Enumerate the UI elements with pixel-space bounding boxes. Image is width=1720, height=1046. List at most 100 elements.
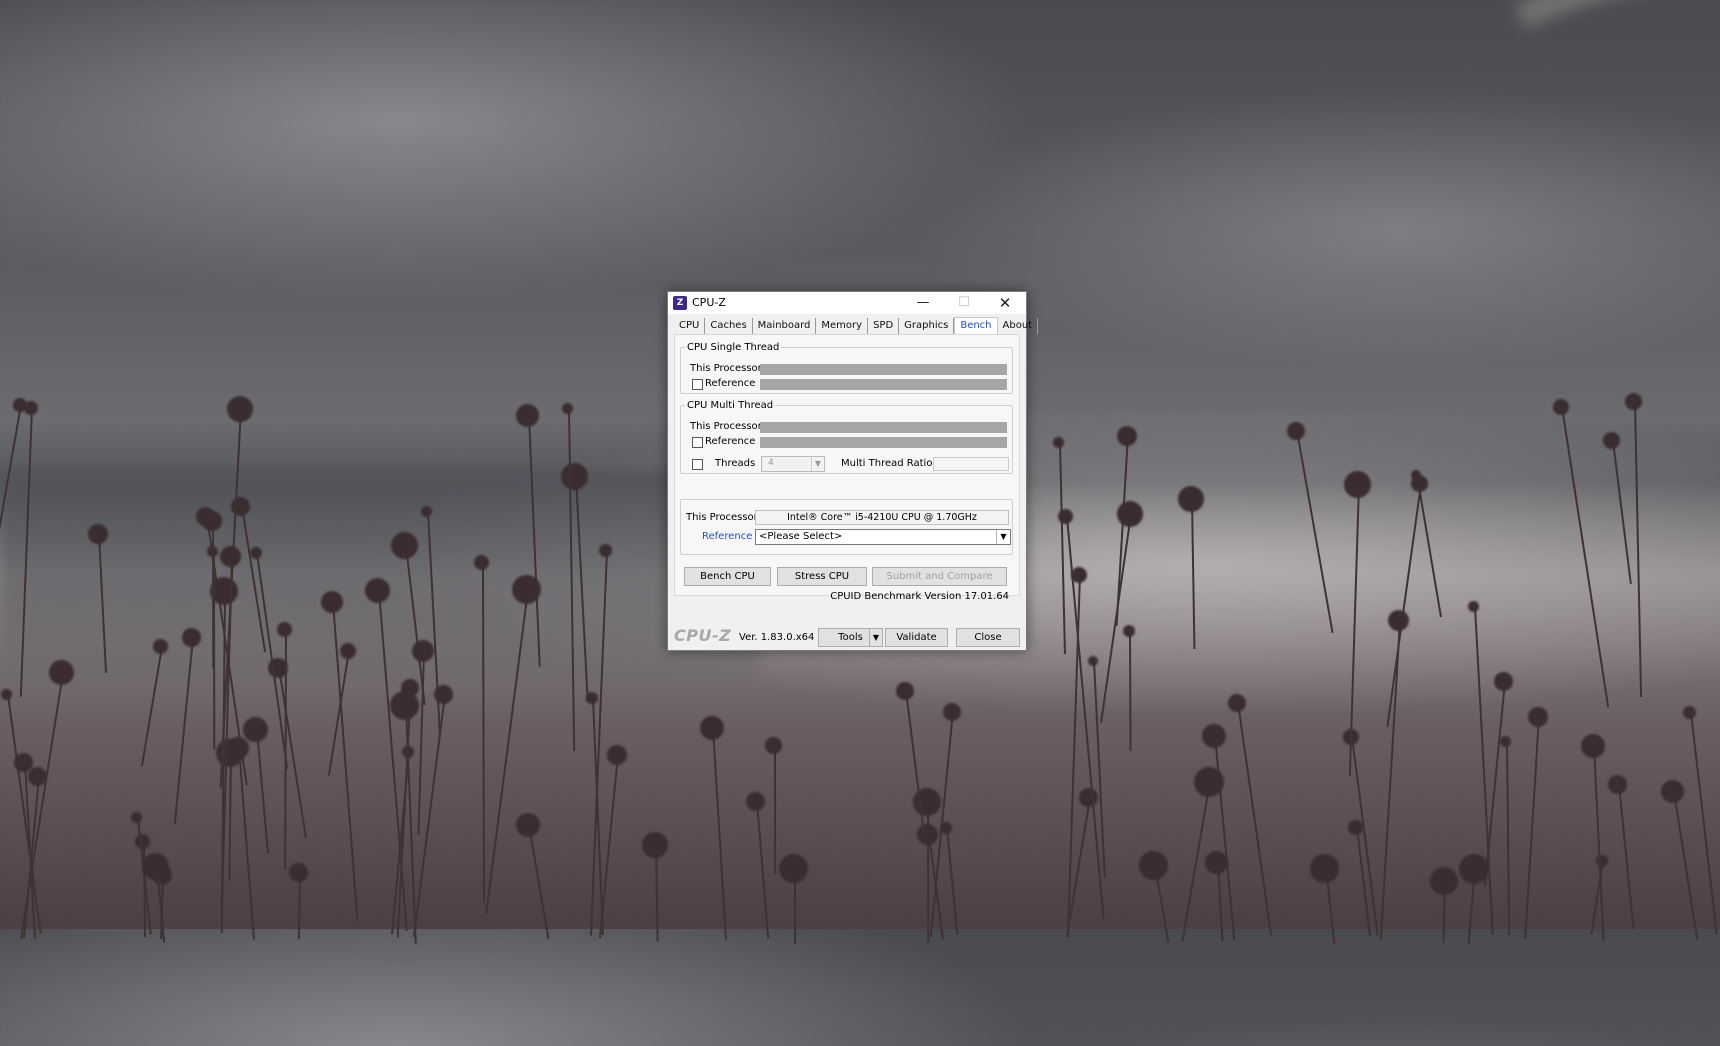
wallpaper-sea [0, 470, 760, 690]
processor-name-field: Intel® Core™ i5-4210U CPU @ 1.70GHz [755, 510, 1009, 525]
wallpaper-stem [1324, 868, 1335, 944]
wallpaper-stem [598, 754, 619, 939]
single-thread-group: CPU Single Thread This Processor Referen… [680, 342, 1013, 394]
wallpaper-flower [1661, 780, 1684, 803]
close-button[interactable]: Close [956, 628, 1020, 647]
wallpaper-rainbow [1105, 0, 1720, 1046]
wallpaper-flower [14, 753, 33, 772]
wallpaper-stem [589, 550, 608, 936]
multi-this-processor-label: This Processor [690, 421, 762, 432]
tools-label: Tools [838, 632, 863, 643]
wallpaper-flower [1344, 471, 1371, 498]
wallpaper-stem [484, 589, 529, 914]
bench-cpu-button[interactable]: Bench CPU [684, 567, 771, 586]
wallpaper-flower [516, 404, 539, 427]
processor-group: This Processor Intel® Core™ i5-4210U CPU… [680, 499, 1013, 555]
wallpaper-stem [327, 650, 350, 776]
wallpaper-stem [23, 762, 36, 939]
wallpaper-flower [474, 555, 489, 570]
tab-spd[interactable]: SPD [868, 318, 900, 334]
threads-select[interactable]: 4 ▼ [761, 456, 825, 472]
wallpaper-stem [1672, 791, 1698, 939]
multi-reference-checkbox[interactable] [692, 437, 703, 448]
single-this-processor-label: This Processor [690, 363, 762, 374]
wallpaper-flower [1194, 767, 1224, 797]
wallpaper-flower [1, 689, 12, 700]
tab-mainboard[interactable]: Mainboard [753, 318, 817, 334]
tab-memory[interactable]: Memory [816, 318, 869, 334]
wallpaper-stem [1467, 868, 1476, 944]
wallpaper-flower [1430, 867, 1458, 895]
wallpaper-flower [1123, 625, 1135, 637]
wallpaper-stem [592, 697, 604, 935]
wallpaper-stem [1611, 440, 1632, 584]
wallpaper-flower [913, 788, 941, 816]
close-window-button[interactable]: ✕ [986, 292, 1024, 314]
wallpaper-flower [231, 497, 250, 516]
maximize-button[interactable]: ☐ [945, 292, 983, 314]
wallpaper-flower [1581, 734, 1605, 758]
wallpaper-flower [135, 834, 150, 849]
wallpaper-stem [390, 751, 410, 935]
wallpaper-stem [22, 776, 40, 938]
wallpaper-stem [212, 520, 215, 669]
wallpaper-flower [561, 463, 588, 490]
wallpaper-flower [24, 401, 38, 415]
wallpaper-stem [155, 866, 165, 943]
wallpaper-flower [1528, 707, 1548, 727]
wallpaper-flower [1500, 736, 1511, 747]
wallpaper-flower [1468, 601, 1479, 612]
wallpaper-flower [207, 546, 218, 557]
tools-button[interactable]: Tools ▼ [818, 628, 883, 647]
chevron-down-icon: ▼ [869, 629, 882, 646]
wallpaper-flower [779, 854, 808, 883]
wallpaper-flower [1117, 501, 1143, 527]
wallpaper-stem [1442, 880, 1446, 944]
wallpaper-flower [131, 812, 142, 823]
title-bar[interactable]: Z CPU-Z — ☐ ✕ [668, 292, 1026, 314]
tab-bench[interactable]: Bench [954, 317, 998, 334]
multi-reference-bar [760, 437, 1007, 448]
wallpaper-flower [182, 628, 201, 647]
stress-cpu-button[interactable]: Stress CPU [777, 567, 867, 586]
wallpaper-flower [1683, 706, 1696, 719]
window-title: CPU-Z [692, 296, 726, 309]
wallpaper-stem [1617, 784, 1635, 929]
wallpaper-flower [1088, 656, 1098, 666]
wallpaper-flower [28, 767, 47, 786]
bench-version-label: CPUID Benchmark Version 17.01.64 [830, 591, 1009, 602]
validate-button[interactable]: Validate [885, 628, 948, 647]
tab-caches[interactable]: Caches [705, 318, 753, 334]
wallpaper-flower [1287, 422, 1305, 440]
submit-compare-button[interactable]: Submit and Compare [872, 567, 1007, 586]
wallpaper-stem [773, 745, 776, 874]
wallpaper-flower [607, 745, 627, 765]
wallpaper-stem [1689, 712, 1718, 935]
wallpaper-stem [1115, 435, 1129, 626]
reference-select[interactable]: <Please Select> ▼ [755, 529, 1011, 545]
wallpaper-flower [250, 547, 262, 559]
wallpaper-flower [13, 398, 27, 412]
reference-link[interactable]: Reference [702, 531, 752, 542]
wallpaper-flower [277, 622, 292, 637]
wallpaper-stem [755, 801, 769, 939]
wallpaper-stem [1153, 865, 1169, 943]
bench-panel: CPU Single Thread This Processor Referen… [674, 334, 1020, 602]
threads-value: 4 [768, 458, 774, 468]
wallpaper-flower [1459, 854, 1489, 884]
wallpaper-flower [402, 746, 414, 758]
wallpaper-stem [278, 667, 307, 839]
wallpaper-stem [1348, 484, 1360, 776]
tab-cpu[interactable]: CPU [674, 318, 706, 334]
tab-graphics[interactable]: Graphics [899, 318, 955, 334]
minimize-button[interactable]: — [904, 292, 942, 314]
wallpaper-stem [426, 511, 441, 737]
single-reference-checkbox[interactable] [692, 379, 703, 390]
wallpaper-stem [1633, 401, 1642, 697]
threads-checkbox[interactable] [692, 459, 703, 470]
wallpaper-stem [1181, 781, 1211, 942]
tab-about[interactable]: About [998, 318, 1039, 334]
wallpaper-flower [152, 865, 172, 885]
wallpaper-stem [283, 629, 287, 870]
cpuz-app-icon: Z [673, 296, 687, 310]
